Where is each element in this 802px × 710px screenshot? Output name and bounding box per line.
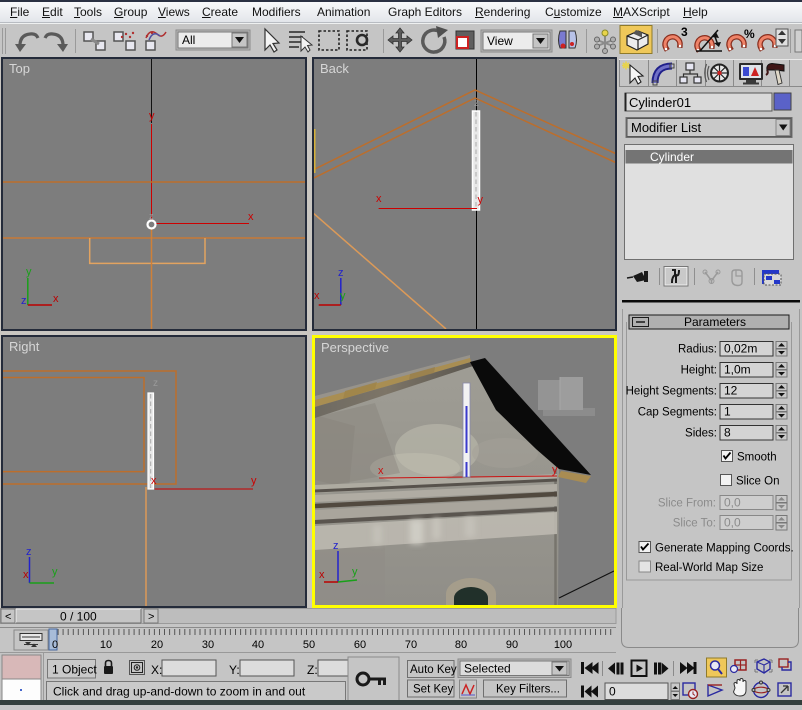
- svg-text:0: 0: [52, 639, 58, 651]
- svg-text:30: 30: [202, 639, 214, 651]
- svg-text:8: 8: [724, 426, 731, 440]
- svg-text:x: x: [378, 465, 384, 477]
- svg-text:60: 60: [354, 639, 366, 651]
- svg-text:Cylinder01: Cylinder01: [629, 95, 691, 110]
- svg-text:<: <: [5, 611, 11, 623]
- svg-text:10: 10: [100, 639, 112, 651]
- svg-text:Height Segments:: Height Segments:: [626, 386, 717, 398]
- svg-text:Cap Segments:: Cap Segments:: [638, 407, 717, 419]
- svg-text:50: 50: [303, 639, 315, 651]
- svg-text:y: y: [552, 464, 558, 476]
- svg-text:Z:: Z:: [307, 663, 318, 677]
- svg-text:0,02m: 0,02m: [724, 342, 757, 356]
- svg-text:z: z: [26, 546, 32, 558]
- svg-text:20: 20: [151, 639, 163, 651]
- svg-text:x: x: [53, 293, 59, 305]
- svg-text:Auto Key: Auto Key: [410, 664, 457, 676]
- svg-text:1 Object: 1 Object: [52, 663, 97, 677]
- svg-text:y: y: [52, 566, 58, 578]
- svg-text:View: View: [487, 34, 513, 48]
- svg-text:Modifier List: Modifier List: [631, 120, 701, 135]
- svg-text:z: z: [474, 98, 479, 109]
- svg-text:y: y: [340, 290, 346, 302]
- svg-text:Slice On: Slice On: [736, 476, 779, 488]
- svg-text:0 / 100: 0 / 100: [60, 610, 97, 624]
- svg-text:40: 40: [252, 639, 264, 651]
- svg-text:x: x: [248, 211, 254, 223]
- svg-text:Set Key: Set Key: [413, 684, 454, 696]
- svg-text:Cylinder: Cylinder: [650, 150, 694, 164]
- svg-text:x: x: [376, 193, 382, 205]
- svg-text:Height:: Height:: [681, 365, 717, 377]
- svg-text:x: x: [319, 569, 325, 581]
- svg-text:90: 90: [506, 639, 518, 651]
- svg-text:z: z: [338, 267, 344, 279]
- svg-text:y: y: [26, 266, 32, 278]
- svg-text:70: 70: [405, 639, 417, 651]
- svg-text:x: x: [314, 290, 320, 302]
- svg-text:z: z: [333, 540, 339, 552]
- svg-text:Radius:: Radius:: [678, 344, 717, 356]
- svg-text:All: All: [182, 33, 195, 47]
- svg-text:x: x: [23, 569, 29, 581]
- svg-text:1: 1: [724, 405, 731, 419]
- svg-text:y: y: [251, 475, 257, 487]
- svg-text:12: 12: [724, 384, 738, 398]
- svg-text:Y:: Y:: [229, 663, 240, 677]
- svg-text:Sides:: Sides:: [685, 428, 717, 440]
- svg-text:1,0m: 1,0m: [724, 363, 751, 377]
- svg-text:X:: X:: [151, 663, 162, 677]
- svg-text:x: x: [151, 475, 157, 487]
- svg-text:3: 3: [681, 25, 688, 39]
- svg-text:Real-World Map Size: Real-World Map Size: [655, 562, 763, 574]
- svg-text:y: y: [149, 110, 155, 122]
- svg-text:z: z: [21, 295, 27, 307]
- svg-text:z: z: [149, 211, 154, 221]
- svg-text:y: y: [478, 194, 484, 206]
- svg-text:Key Filters...: Key Filters...: [496, 684, 560, 696]
- svg-text:0,0: 0,0: [724, 516, 741, 530]
- svg-text:80: 80: [455, 639, 467, 651]
- svg-text:y: y: [352, 566, 358, 578]
- svg-text:Slice To:: Slice To:: [673, 518, 716, 530]
- svg-text:Parameters: Parameters: [684, 315, 746, 329]
- svg-text:%: %: [744, 27, 755, 41]
- svg-text:Selected: Selected: [464, 662, 511, 676]
- svg-text:>: >: [148, 611, 154, 623]
- svg-text:0,0: 0,0: [724, 496, 741, 510]
- svg-text:100: 100: [554, 639, 572, 651]
- svg-text:Smooth: Smooth: [737, 452, 777, 464]
- svg-text:Slice From:: Slice From:: [658, 498, 716, 510]
- svg-text:z: z: [153, 378, 158, 389]
- svg-text:Click and drag up-and-down to: Click and drag up-and-down to zoom in an…: [53, 685, 306, 699]
- svg-text:0: 0: [609, 685, 616, 699]
- svg-text:Generate Mapping Coords.: Generate Mapping Coords.: [655, 543, 794, 555]
